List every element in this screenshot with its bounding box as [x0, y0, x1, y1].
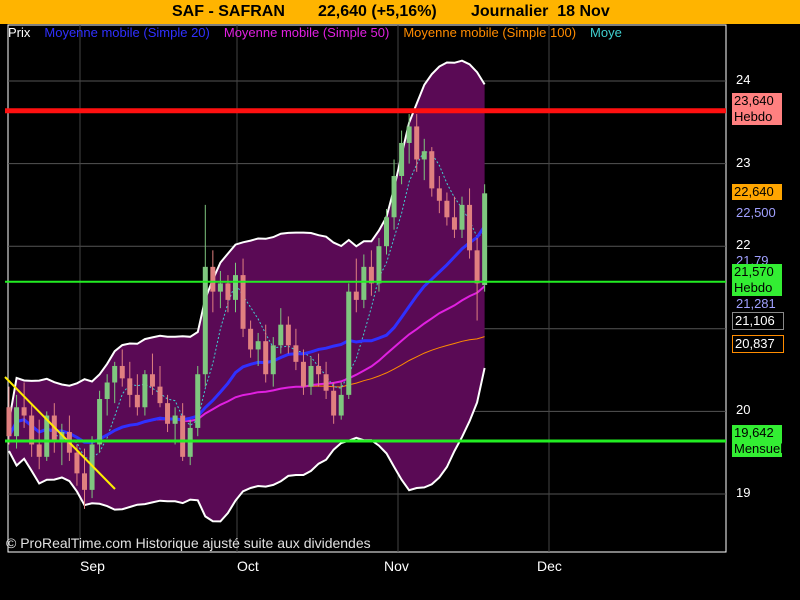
- candle: [14, 407, 20, 437]
- price-box: 23,640 Hebdo: [732, 93, 782, 125]
- candle: [331, 390, 337, 416]
- price-box-value: 22,640: [734, 184, 774, 199]
- candle: [127, 378, 133, 395]
- candle: [134, 394, 140, 408]
- candle: [202, 266, 208, 375]
- x-tick-label: Dec: [537, 558, 562, 574]
- candle: [436, 188, 442, 201]
- candle: [74, 452, 80, 474]
- candle: [217, 283, 223, 292]
- candle: [459, 204, 465, 230]
- candle: [421, 151, 427, 160]
- y-tick-label: 20: [736, 402, 751, 418]
- candle: [338, 394, 344, 416]
- price-chart[interactable]: [0, 0, 800, 600]
- candle: [149, 374, 155, 387]
- candle: [172, 415, 178, 424]
- price-box-value: 23,640: [734, 93, 774, 108]
- candle: [300, 361, 306, 387]
- overlapped-label: 21,281: [736, 296, 776, 311]
- candle: [233, 275, 238, 300]
- candle: [240, 275, 246, 329]
- candle: [444, 200, 450, 218]
- legend-item: Moyenne mobile (Simple 50): [223, 25, 390, 40]
- price-box: 21,106: [732, 312, 784, 330]
- candle: [384, 217, 389, 247]
- candle: [323, 374, 329, 391]
- candle: [255, 341, 261, 350]
- candle: [157, 386, 163, 404]
- candle: [82, 473, 87, 490]
- candle: [119, 365, 125, 379]
- candle: [263, 341, 269, 375]
- price-box-label: Hebdo: [734, 109, 773, 124]
- y-tick-label: 22: [736, 237, 751, 253]
- candle: [482, 193, 488, 286]
- candle: [474, 250, 480, 284]
- overlapped-label: 22,500: [736, 205, 776, 220]
- price-box-value: 21,106: [735, 313, 775, 328]
- candle: [376, 246, 382, 284]
- legend-item: Moye: [590, 25, 622, 40]
- price-box-value: 20,837: [735, 336, 775, 351]
- legend-item: Moyenne mobile (Simple 100): [403, 25, 577, 40]
- candle: [406, 126, 412, 143]
- legend: Prix Moyenne mobile (Simple 20) Moyenne mo…: [8, 25, 728, 43]
- candle: [414, 126, 420, 160]
- candle: [293, 345, 299, 362]
- price-box-label: Hebdo: [734, 280, 773, 295]
- candle: [270, 345, 276, 375]
- candle: [361, 266, 367, 300]
- candle: [346, 291, 352, 395]
- candle: [353, 291, 359, 300]
- copyright-footer: © ProRealTime.com Historique ajusté suit…: [6, 535, 371, 551]
- x-tick-label: Sep: [80, 558, 105, 574]
- candle: [36, 444, 42, 457]
- candle: [467, 204, 473, 251]
- candle: [180, 415, 186, 457]
- candle: [142, 374, 148, 408]
- candle: [104, 382, 110, 400]
- price-box: 20,837: [732, 335, 784, 353]
- candle: [97, 399, 103, 445]
- candle: [451, 217, 457, 230]
- price-box-label: Mensuel: [734, 441, 784, 456]
- candle: [165, 403, 171, 424]
- candle: [210, 266, 216, 292]
- legend-item: Moyenne mobile (Simple 20): [44, 25, 210, 40]
- candle: [429, 151, 435, 189]
- candle: [6, 407, 12, 437]
- y-tick-label: 19: [736, 485, 751, 500]
- candle: [248, 328, 254, 350]
- candle: [225, 283, 231, 300]
- candle: [308, 365, 314, 387]
- candle: [399, 142, 405, 176]
- y-tick-label: 23: [736, 154, 751, 170]
- candle: [391, 175, 397, 218]
- candle: [278, 324, 284, 346]
- candle: [316, 365, 322, 375]
- legend-item: Prix: [8, 25, 31, 40]
- y-tick-label: 24: [736, 72, 751, 87]
- price-box-value: 21,570: [734, 264, 774, 279]
- x-tick-label: Oct: [237, 558, 259, 574]
- candle: [112, 365, 118, 383]
- x-tick-label: Nov: [384, 558, 409, 574]
- price-box: 19,642 Mensuel: [732, 425, 784, 457]
- price-box: 21,570 Hebdo: [732, 264, 782, 296]
- candle: [195, 374, 201, 428]
- price-box-value: 19,642: [734, 425, 774, 440]
- candle: [285, 324, 291, 346]
- price-box: 22,640: [732, 184, 782, 200]
- candle: [21, 407, 27, 416]
